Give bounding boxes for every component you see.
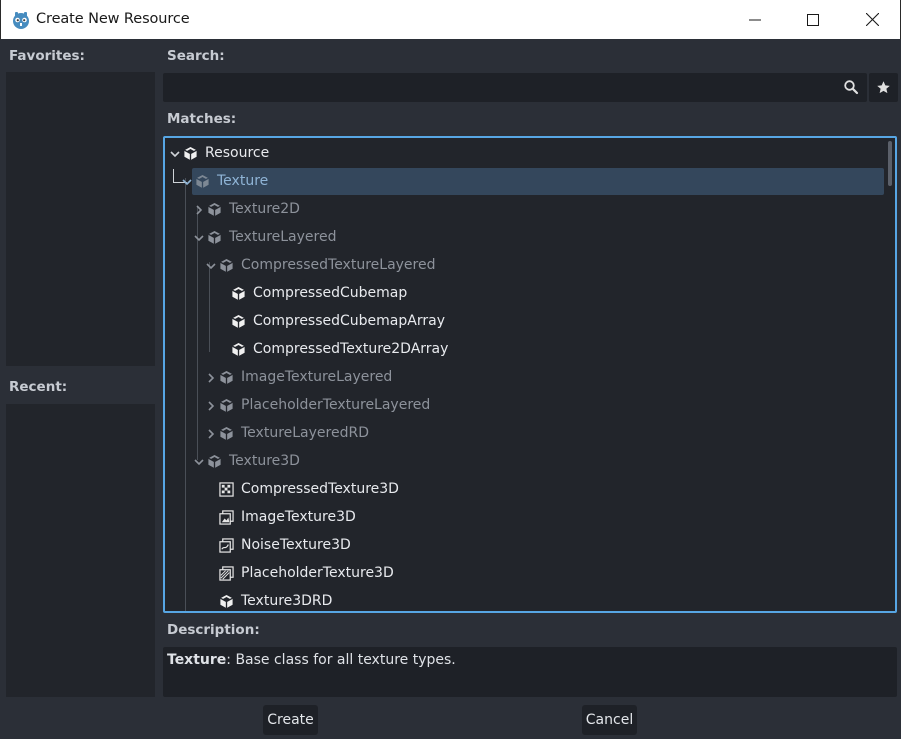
placeholder-texture-icon: [219, 566, 234, 581]
resource-cube-icon: [231, 286, 246, 301]
tree-item-label: Texture3D: [229, 453, 300, 469]
chevron-right-icon[interactable]: [204, 371, 218, 385]
tree-item[interactable]: TextureLayered: [165, 224, 895, 252]
resource-cube-icon: [219, 426, 234, 441]
tree-item[interactable]: Texture: [165, 168, 895, 196]
maximize-button[interactable]: [784, 0, 842, 39]
noise-texture-icon: [219, 538, 234, 553]
tree-item[interactable]: CompressedTextureLayered: [165, 252, 895, 280]
tree-item[interactable]: CompressedTexture2DArray: [165, 336, 895, 364]
tree-item-label: Texture: [217, 173, 269, 189]
tree-item-label: CompressedTextureLayered: [241, 257, 436, 273]
recent-list[interactable]: [6, 404, 155, 697]
chevron-down-icon[interactable]: [192, 455, 206, 469]
tree-item[interactable]: TextureLayeredRD: [165, 420, 895, 448]
resource-cube-icon: [183, 146, 198, 161]
description-text: Texture: Base class for all texture type…: [167, 652, 456, 668]
resource-cube-icon: [207, 230, 222, 245]
resource-cube-icon: [207, 454, 222, 469]
selection-highlight: [192, 168, 884, 195]
tree-item-label: ImageTexture3D: [241, 509, 356, 525]
search-icon: [844, 80, 859, 95]
search-box: [163, 73, 867, 102]
chevron-down-icon[interactable]: [204, 259, 218, 273]
matches-label: Matches:: [167, 111, 237, 127]
title-bar: Create New Resource: [0, 0, 901, 39]
create-button[interactable]: Create: [263, 705, 318, 735]
description-body: : Base class for all texture types.: [226, 652, 456, 668]
tree-item-label: CompressedTexture3D: [241, 481, 399, 497]
recent-label: Recent:: [9, 379, 68, 395]
chevron-down-icon[interactable]: [180, 175, 194, 189]
tree-item-label: CompressedCubemapArray: [253, 313, 445, 329]
chevron-right-icon[interactable]: [204, 427, 218, 441]
chevron-right-icon[interactable]: [192, 203, 206, 217]
resource-cube-icon: [231, 342, 246, 357]
resource-cube-icon: [219, 258, 234, 273]
tree-item[interactable]: PlaceholderTexture3D: [165, 560, 895, 588]
tree-scrollbar[interactable]: [888, 141, 892, 607]
tree-item[interactable]: ImageTexture3D: [165, 504, 895, 532]
favorites-label: Favorites:: [9, 48, 85, 64]
search-label: Search:: [167, 48, 225, 64]
scrollbar-thumb[interactable]: [888, 141, 892, 186]
description-label: Description:: [167, 622, 260, 638]
tree-item-label: TextureLayeredRD: [241, 425, 369, 441]
tree-item-label: NoiseTexture3D: [241, 537, 351, 553]
tree-item-label: Texture3DRD: [241, 593, 333, 609]
tree-item[interactable]: Resource: [165, 140, 895, 168]
close-icon: [865, 13, 879, 26]
image-texture-icon: [219, 510, 234, 525]
tree-item[interactable]: Texture2D: [165, 196, 895, 224]
compressed-texture-icon: [219, 482, 234, 497]
minimize-icon: [749, 19, 761, 20]
search-input[interactable]: [163, 73, 833, 102]
chevron-down-icon[interactable]: [168, 147, 182, 161]
tree-item-label: CompressedTexture2DArray: [253, 341, 449, 357]
close-button[interactable]: [843, 0, 901, 39]
tree-item[interactable]: CompressedCubemap: [165, 280, 895, 308]
tree-item-label: ImageTextureLayered: [241, 369, 393, 385]
tree-item[interactable]: Texture3D: [165, 448, 895, 476]
resource-cube-icon: [195, 174, 210, 189]
chevron-down-icon[interactable]: [192, 231, 206, 245]
resource-cube-icon: [219, 398, 234, 413]
tree-item[interactable]: ImageTextureLayered: [165, 364, 895, 392]
tree-item-label: PlaceholderTextureLayered: [241, 397, 431, 413]
star-icon: [877, 81, 890, 94]
description-class-name: Texture: [167, 652, 227, 668]
maximize-icon: [807, 13, 819, 26]
matches-tree[interactable]: Resource Texture Texture2D TextureLayered Co…: [163, 136, 897, 613]
tree-item-label: Resource: [205, 145, 270, 161]
description-panel: Texture: Base class for all texture type…: [163, 647, 897, 697]
tree-item-label: CompressedCubemap: [253, 285, 408, 301]
tree-item[interactable]: CompressedTexture3D: [165, 476, 895, 504]
tree-item[interactable]: NoiseTexture3D: [165, 532, 895, 560]
resource-cube-icon: [231, 314, 246, 329]
resource-cube-icon: [219, 594, 234, 609]
chevron-right-icon[interactable]: [204, 399, 218, 413]
tree-item[interactable]: CompressedCubemapArray: [165, 308, 895, 336]
resource-cube-icon: [219, 370, 234, 385]
tree-item[interactable]: PlaceholderTextureLayered: [165, 392, 895, 420]
favorite-toggle-button[interactable]: [869, 73, 898, 102]
tree-item-label: PlaceholderTexture3D: [241, 565, 394, 581]
tree-item[interactable]: Texture3DRD: [165, 588, 895, 611]
resource-cube-icon: [207, 202, 222, 217]
cancel-button[interactable]: Cancel: [582, 705, 637, 735]
minimize-button[interactable]: [726, 0, 784, 39]
window-title: Create New Resource: [36, 11, 190, 27]
tree-item-label: Texture2D: [229, 201, 300, 217]
godot-logo-icon: [13, 12, 29, 29]
tree-item-label: TextureLayered: [229, 229, 337, 245]
